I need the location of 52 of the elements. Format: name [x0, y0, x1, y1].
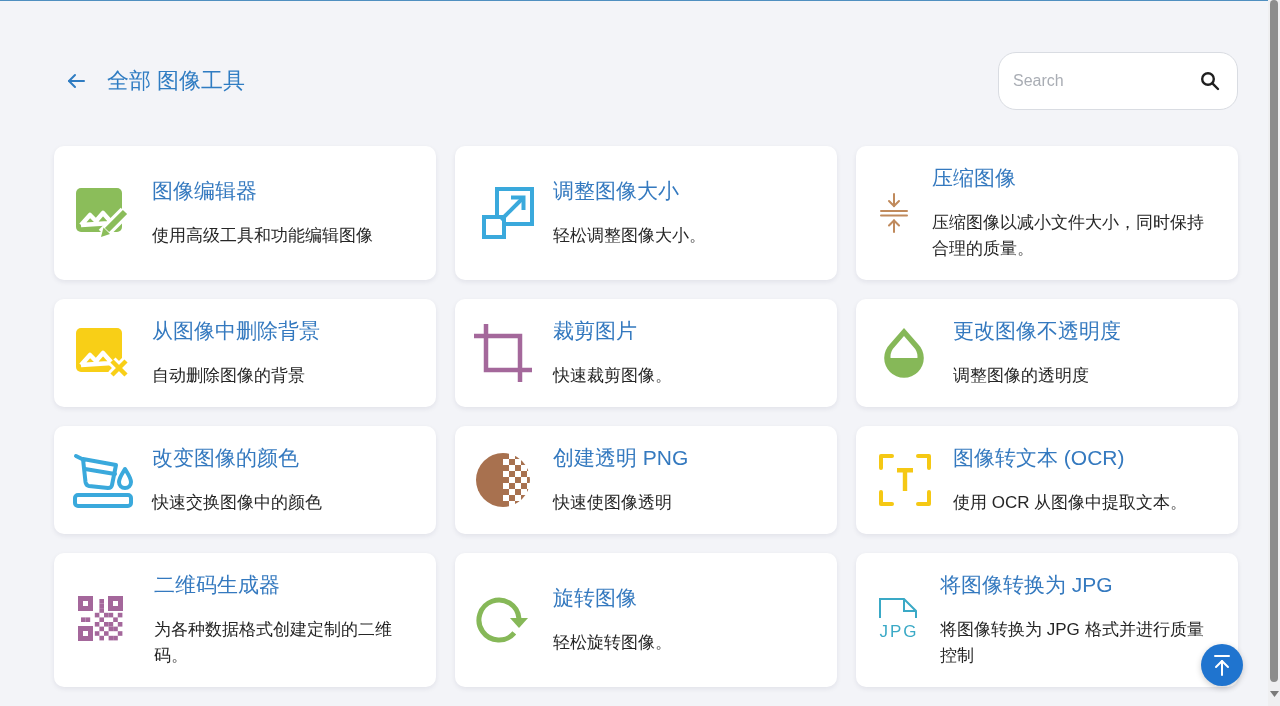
search-icon[interactable]	[1200, 71, 1220, 91]
tool-description: 自动删除图像的背景	[152, 365, 306, 387]
resize-icon	[481, 186, 535, 240]
tool-description: 压缩图像以减小文件大小，同时保持合理的质量。	[932, 212, 1205, 260]
tool-description: 快速使图像透明	[553, 492, 673, 514]
tool-title: 二维码生成器	[154, 572, 281, 598]
tool-description: 快速交换图像中的颜色	[152, 492, 323, 514]
tool-card[interactable]: 创建透明 PNG 快速使图像透明	[455, 426, 837, 534]
qr-code-icon	[78, 596, 126, 644]
tool-card[interactable]: 改变图像的颜色 快速交换图像中的颜色	[54, 426, 436, 534]
tool-title: 裁剪图片	[553, 318, 638, 344]
tool-description: 轻松调整图像大小。	[553, 225, 707, 247]
tool-card[interactable]: 压缩图像 压缩图像以减小文件大小，同时保持合理的质量。	[856, 146, 1238, 280]
image-edit-icon	[76, 187, 130, 239]
text-scan-icon	[878, 453, 932, 507]
tool-card[interactable]: 裁剪图片 快速裁剪图像。	[455, 299, 837, 407]
checkered-circle-icon	[476, 453, 530, 507]
tool-card[interactable]: 图像编辑器 使用高级工具和功能编辑图像	[54, 146, 436, 280]
tool-description: 将图像转换为 JPG 格式并进行质量控制	[940, 619, 1205, 667]
tool-card[interactable]: 调整图像大小 轻松调整图像大小。	[455, 146, 837, 280]
crop-icon	[474, 324, 532, 382]
tool-title: 旋转图像	[553, 585, 638, 611]
page-title: 全部 图像工具	[107, 67, 246, 95]
arrow-left-icon	[67, 73, 85, 89]
tool-card[interactable]: 二维码生成器 为各种数据格式创建定制的二维码。	[54, 553, 436, 687]
triangle-down-icon[interactable]	[1269, 691, 1279, 697]
tool-card[interactable]: JPG 将图像转换为 JPG 将图像转换为 JPG 格式并进行质量控制	[856, 553, 1238, 687]
tool-title: 改变图像的颜色	[152, 445, 300, 471]
compress-icon	[880, 193, 908, 233]
tool-description: 轻松旋转图像。	[553, 632, 673, 654]
tool-card[interactable]: 图像转文本 (OCR) 使用 OCR 从图像中提取文本。	[856, 426, 1238, 534]
tool-title: 创建透明 PNG	[553, 445, 690, 471]
tool-title: 更改图像不透明度	[953, 318, 1122, 344]
tool-title: 调整图像大小	[553, 178, 680, 204]
tool-description: 快速裁剪图像。	[553, 365, 673, 387]
tool-title: 压缩图像	[932, 165, 1017, 191]
tool-card[interactable]: 旋转图像 轻松旋转图像。	[455, 553, 837, 687]
tool-card[interactable]: 更改图像不透明度 调整图像的透明度	[856, 299, 1238, 407]
tool-description: 为各种数据格式创建定制的二维码。	[154, 619, 393, 667]
tool-description: 使用高级工具和功能编辑图像	[152, 225, 374, 247]
tool-description: 调整图像的透明度	[953, 365, 1090, 387]
tool-title: 图像编辑器	[152, 178, 258, 204]
search-field[interactable]: Search	[998, 52, 1238, 110]
tool-title: 图像转文本 (OCR)	[953, 445, 1126, 471]
water-drop-icon	[882, 327, 926, 379]
paint-bucket-icon	[72, 451, 134, 509]
tool-title: 将图像转换为 JPG	[940, 572, 1114, 598]
tool-description: 使用 OCR 从图像中提取文本。	[953, 492, 1189, 514]
scrollbar-thumb[interactable]	[1270, 0, 1278, 682]
tool-title: 从图像中删除背景	[152, 318, 321, 344]
tool-card[interactable]: 从图像中删除背景 自动删除图像的背景	[54, 299, 436, 407]
image-remove-icon	[76, 327, 130, 379]
